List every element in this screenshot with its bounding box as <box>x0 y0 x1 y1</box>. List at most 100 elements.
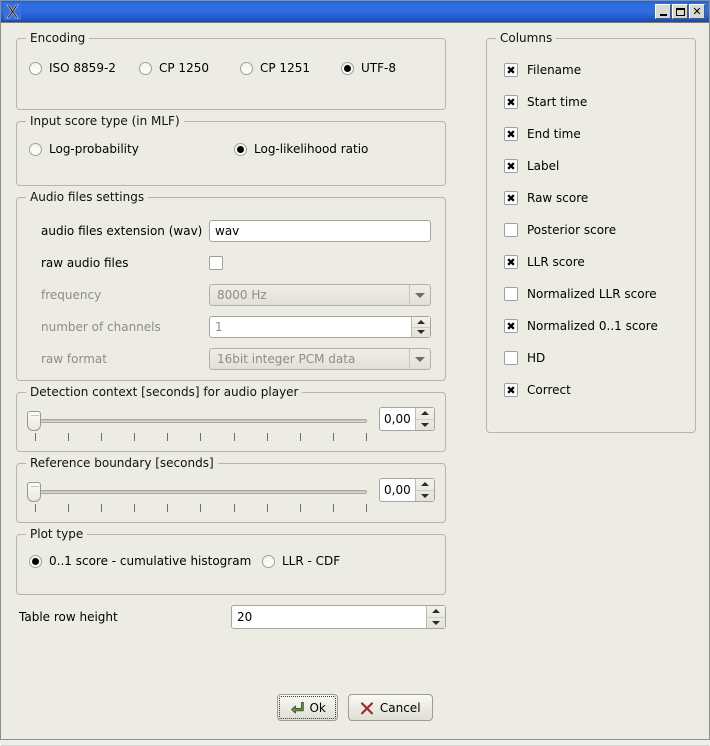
number-of-channels-row: number of channels 1 <box>29 316 431 338</box>
slider-handle[interactable] <box>27 411 41 431</box>
raw-format-combobox[interactable]: 16bit integer PCM data <box>209 348 431 370</box>
column-checkbox-normalized-llr-score[interactable]: Normalized LLR score <box>504 285 683 303</box>
close-icon: ✕ <box>692 5 702 18</box>
spinner-down-icon[interactable] <box>412 326 430 338</box>
column-label: End time <box>527 127 581 141</box>
frequency-combobox[interactable]: 8000 Hz <box>209 284 431 306</box>
raw-audio-files-label: raw audio files <box>41 256 129 270</box>
frequency-label: frequency <box>41 288 102 302</box>
column-checkbox-start-time[interactable]: ✖ Start time <box>504 93 683 111</box>
audio-extension-input[interactable] <box>209 220 431 242</box>
settings-dialog-window: ✕ Encoding ISO 8859-2 CP 1250 CP 1251 UT… <box>0 0 710 746</box>
radio-utf-8[interactable]: UTF-8 <box>341 61 396 75</box>
audio-extension-label: audio files extension (wav) <box>41 224 203 238</box>
column-label: Normalized 0..1 score <box>527 319 658 333</box>
spinner-up-icon[interactable] <box>416 479 434 490</box>
radio-iso-8859-2[interactable]: ISO 8859-2 <box>29 61 139 75</box>
radio-circle-icon <box>139 61 152 75</box>
column-label: Correct <box>527 383 571 397</box>
reference-boundary-slider[interactable] <box>27 478 371 516</box>
table-row-height-spinner[interactable]: 20 <box>231 605 446 629</box>
table-row-height-value: 20 <box>237 610 253 624</box>
spinner-up-icon[interactable] <box>416 408 434 419</box>
reference-boundary-group-title: Reference boundary [seconds] <box>26 456 218 470</box>
radio-llr-cdf[interactable]: LLR - CDF <box>262 554 340 568</box>
checkbox-unchecked-icon <box>504 351 518 365</box>
detection-context-slider-row: 0,00 <box>27 407 435 445</box>
chevron-down-icon <box>409 349 430 369</box>
plot-type-group-title: Plot type <box>26 527 88 541</box>
raw-audio-files-row: raw audio files <box>29 252 431 274</box>
column-checkbox-filename[interactable]: ✖ Filename <box>504 61 683 79</box>
detection-context-slider[interactable] <box>27 407 371 445</box>
raw-audio-files-checkbox[interactable] <box>209 256 223 270</box>
spinner-up-icon[interactable] <box>412 317 430 327</box>
audio-files-settings-group: Audio files settings audio files extensi… <box>16 190 446 381</box>
column-label: Filename <box>527 63 582 77</box>
column-checkbox-posterior-score[interactable]: Posterior score <box>504 221 683 239</box>
left-column: Encoding ISO 8859-2 CP 1250 CP 1251 UTF-… <box>16 31 446 643</box>
spinner-down-icon[interactable] <box>416 489 434 502</box>
cancel-button[interactable]: Cancel <box>347 694 433 721</box>
ok-button[interactable]: Ok <box>277 694 338 721</box>
spinner-buttons <box>411 317 430 337</box>
spinner-down-icon[interactable] <box>416 418 434 431</box>
detection-context-group: Detection context [seconds] for audio pl… <box>16 385 446 452</box>
radio-circle-icon <box>29 142 42 156</box>
column-checkbox-llr-score[interactable]: ✖ LLR score <box>504 253 683 271</box>
input-score-type-group: Input score type (in MLF) Log-probabilit… <box>16 114 446 186</box>
column-label: HD <box>527 351 546 365</box>
raw-format-row: raw format 16bit integer PCM data <box>29 348 431 370</box>
audio-extension-row: audio files extension (wav) <box>29 220 431 242</box>
column-checkbox-normalized-01-score[interactable]: ✖ Normalized 0..1 score <box>504 317 683 335</box>
spinner-up-icon[interactable] <box>427 606 445 617</box>
column-checkbox-end-time[interactable]: ✖ End time <box>504 125 683 143</box>
column-label: Normalized LLR score <box>527 287 657 301</box>
column-label: LLR score <box>527 255 585 269</box>
number-of-channels-label: number of channels <box>41 320 161 334</box>
detection-context-group-title: Detection context [seconds] for audio pl… <box>26 385 303 399</box>
slider-handle[interactable] <box>27 482 41 502</box>
column-checkbox-hd[interactable]: HD <box>504 349 683 367</box>
radio-cp-1250[interactable]: CP 1250 <box>139 61 240 75</box>
x11-app-icon <box>4 3 21 20</box>
table-row-height-row: Table row height 20 <box>16 605 446 629</box>
plot-type-radio-row: 0..1 score - cumulative histogram LLR - … <box>29 554 433 568</box>
radio-circle-icon <box>262 554 275 568</box>
maximize-button[interactable] <box>672 4 688 19</box>
encoding-group: Encoding ISO 8859-2 CP 1250 CP 1251 UTF-… <box>16 31 446 110</box>
radio-label: LLR - CDF <box>282 554 341 568</box>
input-score-type-group-title: Input score type (in MLF) <box>26 114 184 128</box>
column-checkbox-raw-score[interactable]: ✖ Raw score <box>504 189 683 207</box>
checkbox-checked-icon: ✖ <box>504 159 518 173</box>
column-checkbox-label[interactable]: ✖ Label <box>504 157 683 175</box>
radio-cp-1251[interactable]: CP 1251 <box>240 61 341 75</box>
close-button[interactable]: ✕ <box>689 4 705 19</box>
minimize-button[interactable] <box>655 4 671 19</box>
radio-label: UTF-8 <box>361 61 396 75</box>
checkbox-checked-icon: ✖ <box>504 63 518 77</box>
reference-boundary-group: Reference boundary [seconds] 0,00 <box>16 456 446 523</box>
radio-log-likelihood-ratio[interactable]: Log-likelihood ratio <box>234 142 368 156</box>
x-cross-icon <box>360 700 375 715</box>
detection-context-spinner[interactable]: 0,00 <box>379 407 435 431</box>
number-of-channels-spinner[interactable]: 1 <box>209 316 431 338</box>
radio-label: CP 1250 <box>159 61 209 75</box>
frequency-row: frequency 8000 Hz <box>29 284 431 306</box>
spinner-buttons <box>415 408 434 430</box>
columns-group-title: Columns <box>496 31 557 45</box>
spinner-down-icon[interactable] <box>427 616 445 629</box>
checkbox-checked-icon: ✖ <box>504 127 518 141</box>
radio-circle-icon <box>234 142 247 156</box>
encoding-group-title: Encoding <box>26 31 90 45</box>
reference-boundary-spinner[interactable]: 0,00 <box>379 478 435 502</box>
radio-cumulative-histogram[interactable]: 0..1 score - cumulative histogram <box>29 554 262 568</box>
radio-log-probability[interactable]: Log-probability <box>29 142 234 156</box>
chevron-down-icon <box>409 285 430 305</box>
title-bar: ✕ <box>1 1 709 23</box>
maximize-icon <box>675 7 685 16</box>
spinner-buttons <box>415 479 434 501</box>
checkbox-checked-icon: ✖ <box>504 95 518 109</box>
column-checkbox-correct[interactable]: ✖ Correct <box>504 381 683 399</box>
checkbox-checked-icon: ✖ <box>504 191 518 205</box>
